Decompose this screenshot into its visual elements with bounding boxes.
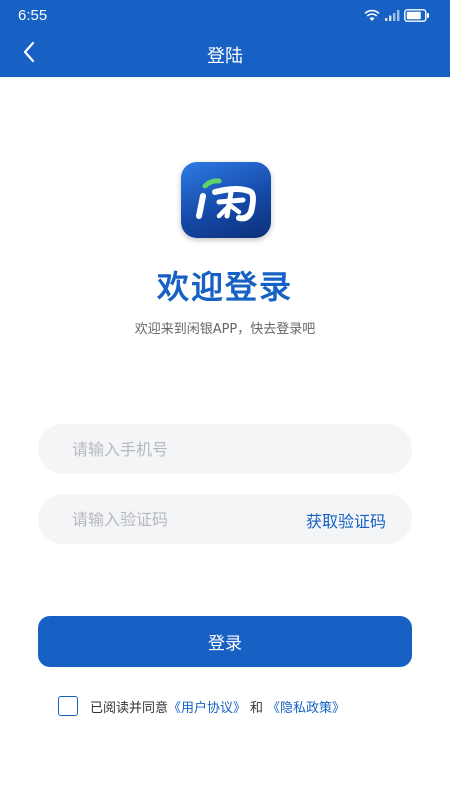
phone-input[interactable] — [72, 424, 292, 474]
agreement-row: 已阅读并同意 《用户协议》 和 《隐私政策》 — [58, 696, 345, 716]
status-time: 6:55 — [18, 7, 48, 24]
battery-icon — [404, 7, 430, 26]
login-button[interactable]: 登录 — [38, 616, 412, 667]
status-bar: 6:55 — [0, 0, 450, 32]
app-logo — [181, 162, 271, 238]
welcome-subtitle: 欢迎来到闲银APP，快去登录吧 — [134, 322, 316, 337]
top-header: 6:55 登陆 — [0, 0, 450, 77]
agreement-checkbox[interactable] — [58, 696, 78, 716]
user-agreement-link[interactable]: 《用户协议》 — [168, 697, 246, 716]
signal-icon — [384, 7, 400, 26]
page-title: 登陆 — [207, 46, 243, 67]
code-field: 获取验证码 — [38, 494, 412, 544]
privacy-policy-link[interactable]: 《隐私政策》 — [267, 697, 345, 716]
wifi-icon — [364, 7, 380, 26]
verification-code-input[interactable] — [72, 494, 292, 544]
get-code-button[interactable]: 获取验证码 — [306, 508, 386, 532]
status-icons — [364, 8, 430, 24]
welcome-title: 欢迎登录 — [156, 268, 293, 306]
agreement-connector: 和 — [250, 700, 264, 716]
phone-field — [38, 424, 412, 474]
nav-bar: 登陆 — [0, 32, 450, 77]
agreement-prefix: 已阅读并同意 — [90, 700, 169, 716]
